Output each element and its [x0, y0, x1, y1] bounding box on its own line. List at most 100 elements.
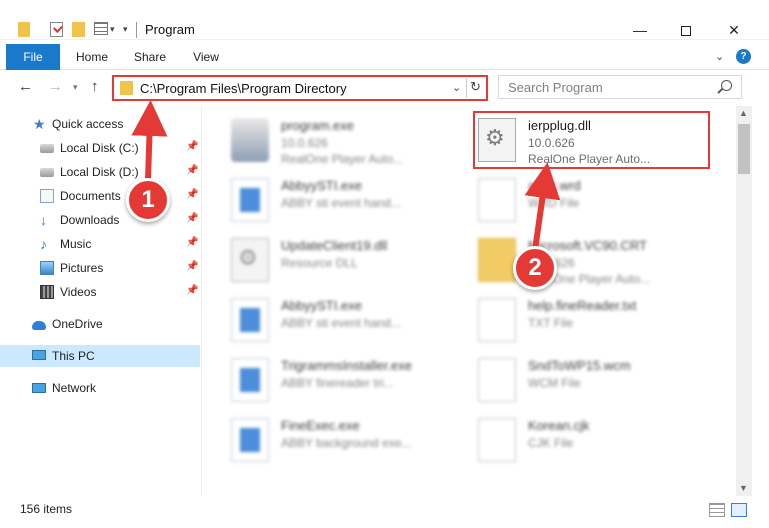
pin-icon[interactable]: 📌: [186, 165, 198, 176]
tab-share[interactable]: Share: [130, 44, 170, 70]
minimize-button[interactable]: —: [617, 18, 663, 42]
divider: [136, 22, 137, 38]
navigation-bar: ← → ▾ ↑ C:\Program Files\Program Directo…: [0, 72, 769, 104]
sidebar-item-label: Documents: [60, 189, 121, 203]
step-marker-2: 2: [513, 246, 557, 290]
this-pc-icon: [32, 350, 46, 360]
file-name: help.fineReader.txt: [528, 298, 637, 313]
sidebar-item-quick-access[interactable]: ★ Quick access: [0, 113, 200, 135]
file-icon: [478, 178, 516, 222]
network-icon: [32, 383, 46, 393]
file-item-microsoft-vc90-crt[interactable]: Microsoft.VC90.CRT 10.0.626 RealOne Play…: [478, 234, 708, 288]
sidebar-item-documents[interactable]: Documents 📌: [0, 185, 200, 207]
forward-icon[interactable]: →: [48, 78, 63, 95]
sidebar-item-local-disk-c[interactable]: Local Disk (C:) 📌: [0, 137, 200, 159]
file-item-abbc-wrd[interactable]: abbc.wrd WRD File: [478, 174, 708, 228]
pin-icon[interactable]: 📌: [186, 285, 198, 296]
sidebar-item-label: Local Disk (D:): [60, 165, 139, 179]
pin-icon[interactable]: 📌: [186, 141, 198, 152]
folder-icon: [478, 238, 516, 282]
file-item-sndtowp15-wcm[interactable]: SndToWP15.wcm WCM File: [478, 354, 708, 408]
folder-icon[interactable]: [18, 22, 30, 37]
pin-icon[interactable]: 📌: [186, 261, 198, 272]
file-name: program.exe: [281, 118, 354, 133]
drive-icon: [40, 144, 54, 153]
exe-icon: [231, 178, 269, 222]
help-icon[interactable]: ?: [736, 49, 751, 64]
search-icon[interactable]: [721, 80, 732, 91]
sidebar-item-label: Local Disk (C:): [60, 141, 139, 155]
tab-view[interactable]: View: [186, 44, 226, 70]
target-file-highlight: [473, 111, 710, 169]
expand-ribbon-icon[interactable]: ⌄: [715, 50, 724, 63]
search-placeholder: Search Program: [508, 80, 603, 95]
sidebar-item-label: Videos: [60, 285, 97, 299]
pin-icon[interactable]: 📌: [186, 237, 198, 248]
vertical-scrollbar[interactable]: ▲ ▼: [736, 106, 752, 496]
file-item-help-finereader-txt[interactable]: help.fineReader.txt TXT File: [478, 294, 708, 348]
folder-icon: [120, 81, 133, 95]
file-name: AbbyySTI.exe: [281, 178, 362, 193]
file-type: WRD File: [528, 196, 580, 210]
file-item-trigrammsinstaller-exe[interactable]: TrigrammsInstaller.exe ABBY finereader t…: [231, 354, 461, 408]
up-icon[interactable]: ↑: [91, 78, 99, 95]
back-icon[interactable]: ←: [18, 78, 33, 95]
sidebar-item-downloads[interactable]: ↓ Downloads 📌: [0, 209, 200, 231]
new-folder-icon[interactable]: [72, 22, 85, 37]
file-item-abbyysti-exe[interactable]: AbbyySTI.exe ABBY sti event hand...: [231, 174, 461, 228]
details-view-icon[interactable]: [709, 503, 725, 517]
search-input[interactable]: Search Program: [498, 75, 742, 99]
status-bar: 156 items: [0, 498, 769, 528]
maximize-button[interactable]: [663, 18, 709, 42]
sidebar-item-label: OneDrive: [52, 317, 103, 331]
music-icon: ♪: [40, 236, 47, 252]
file-item-updateclient19-dll[interactable]: UpdateClient19.dll Resource DLL: [231, 234, 461, 288]
file-description: RealOne Player Auto...: [281, 152, 404, 166]
tab-home[interactable]: Home: [72, 44, 112, 70]
sidebar-item-onedrive[interactable]: OneDrive: [0, 313, 200, 335]
large-icons-view-icon[interactable]: [731, 503, 747, 517]
customize-toolbar-icon[interactable]: ▾: [123, 24, 128, 35]
sidebar-item-local-disk-d[interactable]: Local Disk (D:) 📌: [0, 161, 200, 183]
sidebar-item-videos[interactable]: Videos 📌: [0, 281, 200, 303]
refresh-icon[interactable]: ↻: [470, 79, 481, 95]
sidebar-item-music[interactable]: ♪ Music 📌: [0, 233, 200, 255]
scroll-down-icon[interactable]: ▼: [739, 483, 748, 493]
close-icon: ✕: [728, 22, 740, 38]
dll-icon: [231, 238, 269, 282]
sidebar-item-label: Pictures: [60, 261, 104, 275]
sidebar-item-label: Network: [52, 381, 97, 395]
address-path[interactable]: C:\Program Files\Program Directory: [140, 81, 347, 96]
file-icon: [478, 418, 516, 462]
chevron-down-icon[interactable]: ⌄: [452, 81, 461, 94]
sidebar-item-label: This PC: [52, 349, 95, 363]
file-icon: [478, 298, 516, 342]
scroll-up-icon[interactable]: ▲: [739, 108, 748, 118]
file-item-program-exe[interactable]: program.exe 10.0.626 RealOne Player Auto…: [231, 114, 461, 168]
pin-icon[interactable]: 📌: [186, 189, 198, 200]
file-type: Resource DLL: [281, 256, 358, 270]
file-item-abbyysti-exe-2[interactable]: AbbyySTI.exe ABBY sti event hand...: [231, 294, 461, 348]
minimize-icon: —: [633, 22, 647, 38]
navigation-pane: ★ Quick access Local Disk (C:) 📌 Local D…: [0, 106, 202, 496]
sidebar-item-pictures[interactable]: Pictures 📌: [0, 257, 200, 279]
close-button[interactable]: ✕: [711, 18, 757, 42]
window-title: Program: [145, 22, 195, 37]
view-icon[interactable]: [94, 22, 108, 35]
properties-icon[interactable]: [50, 22, 63, 37]
recent-locations-icon[interactable]: ▾: [73, 82, 78, 93]
scroll-thumb[interactable]: [738, 124, 750, 174]
exe-icon: [231, 418, 269, 462]
item-count: 156 items: [20, 502, 73, 516]
file-item-korean-cjk[interactable]: Korean.cjk CJK File: [478, 414, 708, 468]
address-bar[interactable]: C:\Program Files\Program Directory ⌄ ↻: [112, 75, 488, 101]
file-item-fineexec-exe[interactable]: FineExec.exe ABBY background exe...: [231, 414, 461, 468]
pin-icon[interactable]: 📌: [186, 213, 198, 224]
tab-file[interactable]: File: [6, 44, 60, 70]
sidebar-item-network[interactable]: Network: [0, 377, 200, 399]
sidebar-item-this-pc[interactable]: This PC: [0, 345, 200, 367]
download-icon: ↓: [40, 212, 47, 228]
title-bar: ▾ ▾ Program — ✕: [0, 0, 769, 40]
chevron-down-icon[interactable]: ▾: [110, 24, 115, 35]
file-description: ABBY sti event hand...: [281, 196, 401, 210]
